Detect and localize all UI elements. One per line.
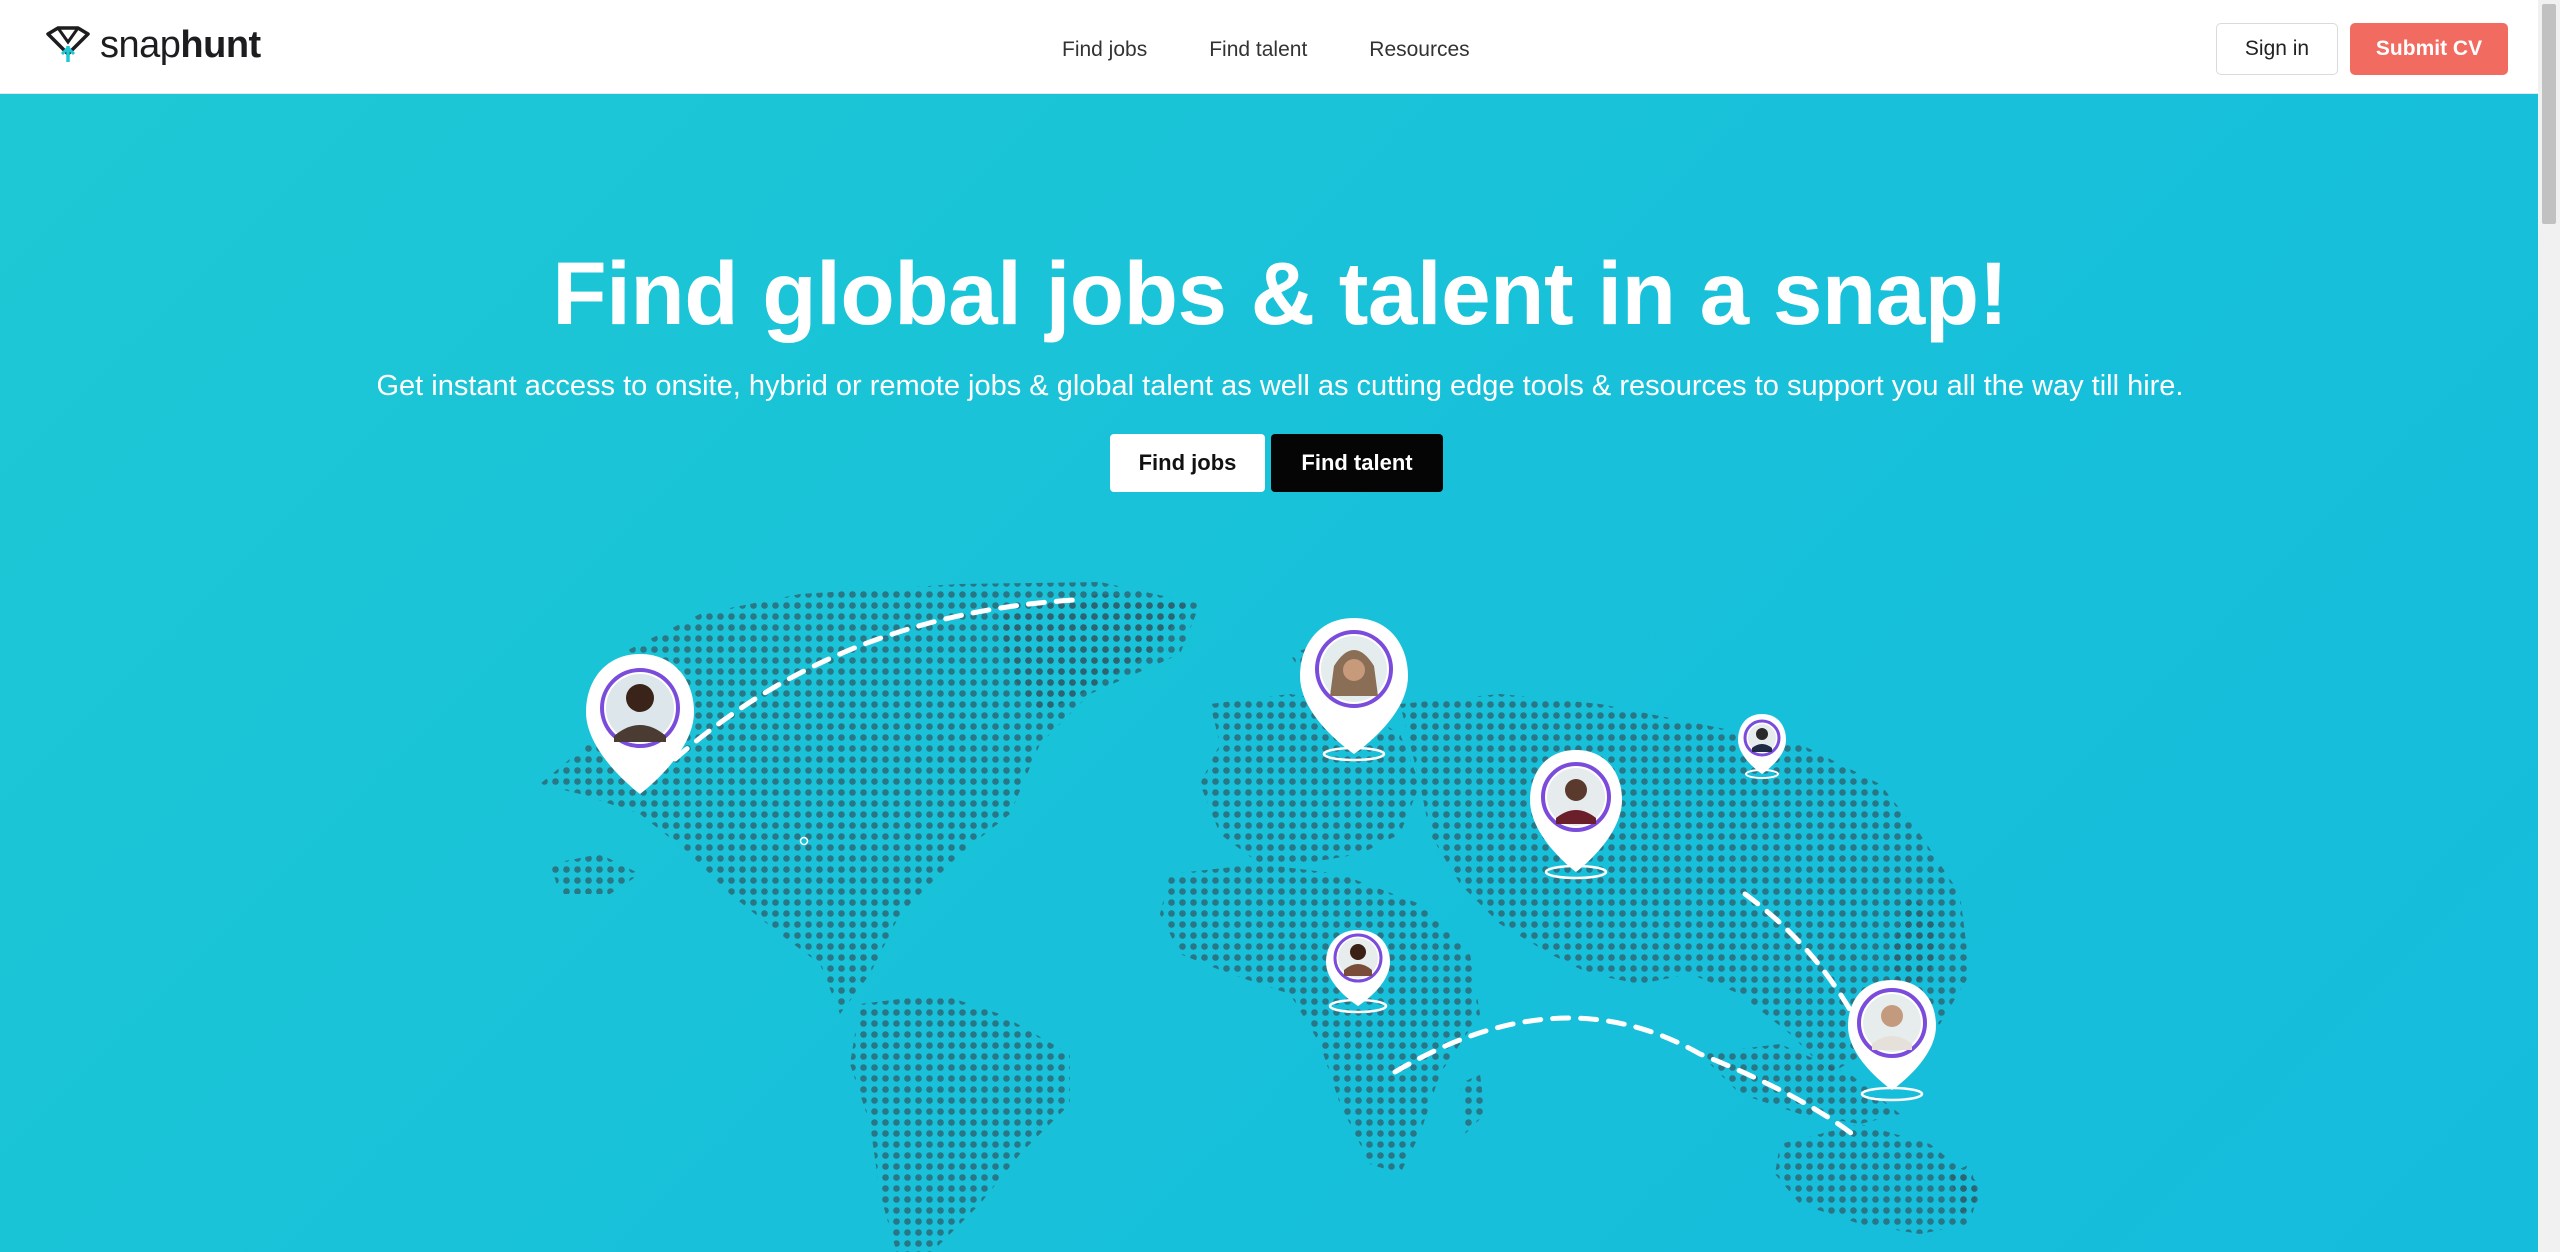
south-america (850, 994, 1070, 1252)
hero-title: Find global jobs & talent in a snap! (552, 243, 2008, 343)
madagascar (1460, 1074, 1485, 1134)
main-nav: Find jobs Find talent Resources (1062, 0, 1470, 100)
sign-in-button[interactable]: Sign in (2216, 23, 2338, 75)
logo-text: snaphunt (100, 23, 261, 66)
submit-cv-button[interactable]: Submit CV (2350, 23, 2508, 75)
hero-find-talent-button[interactable]: Find talent (1271, 434, 1443, 492)
person-pin-icon (1848, 980, 1936, 1102)
hero-subtitle: Get instant access to onsite, hybrid or … (376, 370, 2184, 402)
nav-find-talent[interactable]: Find talent (1209, 38, 1307, 62)
page-scrollbar[interactable] (2538, 0, 2560, 1252)
hero-section: Find global jobs & talent in a snap! Get… (0, 94, 2538, 1252)
nav-find-jobs[interactable]: Find jobs (1062, 38, 1147, 62)
nav-resources[interactable]: Resources (1369, 38, 1469, 62)
alaska (550, 854, 640, 894)
top-navbar: snaphunt Find jobs Find talent Resources… (0, 0, 2538, 94)
africa (1160, 864, 1480, 1174)
continents (540, 582, 1980, 1252)
snaphunt-logo[interactable]: snaphunt (44, 22, 261, 68)
logo-icon (46, 26, 90, 62)
scrollbar-thumb[interactable] (2542, 4, 2556, 224)
hero-find-jobs-button[interactable]: Find jobs (1110, 434, 1265, 492)
australia (1775, 1124, 1980, 1234)
